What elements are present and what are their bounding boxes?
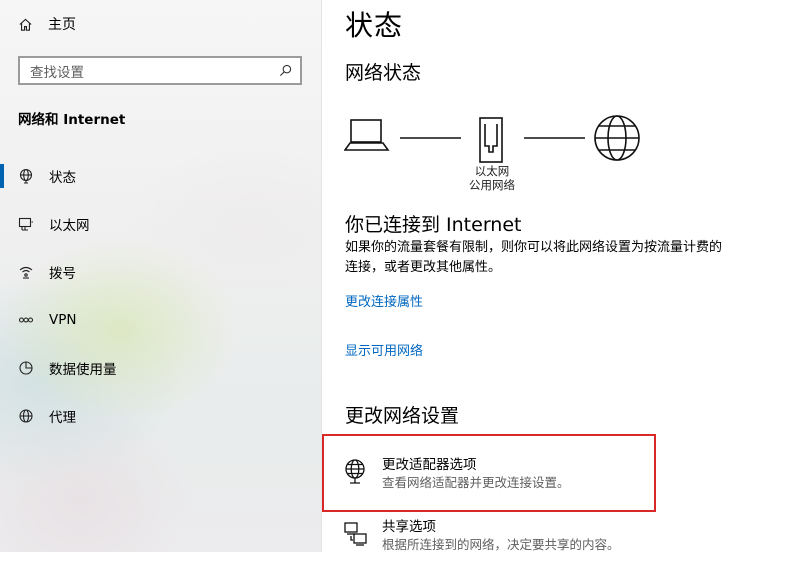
sidebar-item-label: 数据使用量: [49, 362, 117, 378]
description-line: 连接，或者更改其他属性。: [345, 260, 502, 275]
vpn-icon: [18, 312, 34, 328]
internet-globe-icon: [594, 115, 640, 161]
sidebar-item-label: 状态: [49, 170, 76, 186]
laptop-icon: [344, 119, 390, 151]
sidebar-nav: 状态 以太网 拨号 VPN 数据使用量 代理: [0, 152, 321, 440]
show-available-networks-link[interactable]: 显示可用网络: [345, 340, 423, 359]
search-input[interactable]: 查找设置: [18, 56, 302, 85]
sidebar-item-label: 以太网: [49, 218, 90, 234]
sidebar-item-ethernet[interactable]: 以太网: [0, 200, 321, 248]
sharing-icon: [342, 520, 370, 548]
highlight-box: [322, 434, 656, 512]
network-status-heading: 网络状态: [345, 62, 422, 84]
sidebar-item-label: VPN: [49, 312, 77, 328]
sidebar-item-label: 代理: [49, 410, 76, 426]
sidebar-item-vpn[interactable]: VPN: [0, 296, 321, 344]
connected-heading: 你已连接到 Internet: [345, 214, 522, 236]
option-subtitle: 根据所连接到的网络，决定要共享的内容。: [382, 537, 620, 552]
description-line: 如果你的流量套餐有限制，则你可以将此网络设置为按流量计费的: [345, 240, 723, 255]
sidebar-item-status[interactable]: 状态: [0, 152, 321, 200]
option-title: 共享选项: [382, 519, 436, 535]
home-icon: [19, 18, 32, 31]
sidebar-item-label: 拨号: [49, 266, 76, 282]
change-network-settings-heading: 更改网络设置: [345, 405, 460, 427]
home-label: 主页: [48, 17, 76, 33]
search-icon: [279, 64, 292, 77]
sidebar-item-dialup[interactable]: 拨号: [0, 248, 321, 296]
data-usage-icon: [18, 360, 34, 376]
diagram-label: 以太网 公用网络: [450, 164, 534, 192]
sidebar-item-proxy[interactable]: 代理: [0, 392, 321, 440]
section-title: 网络和 Internet: [18, 112, 126, 128]
ethernet-icon: [18, 216, 34, 232]
page-title: 状态: [345, 9, 404, 42]
search-placeholder: 查找设置: [30, 64, 84, 81]
adapter-name: 以太网: [474, 164, 510, 178]
sharing-options[interactable]: 共享选项 根据所连接到的网络，决定要共享的内容。: [342, 516, 754, 572]
ethernet-port-icon: [479, 117, 503, 163]
sidebar: 主页 查找设置 网络和 Internet 状态 以太网 拨号 VPN 数据使用量…: [0, 0, 322, 552]
dialup-icon: [18, 264, 34, 280]
proxy-globe-icon: [18, 408, 34, 424]
globe-icon: [18, 168, 34, 184]
sidebar-item-data-usage[interactable]: 数据使用量: [0, 344, 321, 392]
connected-description: 如果你的流量套餐有限制，则你可以将此网络设置为按流量计费的 连接，或者更改其他属…: [345, 238, 765, 278]
change-connection-properties-link[interactable]: 更改连接属性: [345, 291, 423, 310]
home-nav-item[interactable]: 主页: [18, 13, 76, 35]
network-type: 公用网络: [469, 178, 515, 192]
